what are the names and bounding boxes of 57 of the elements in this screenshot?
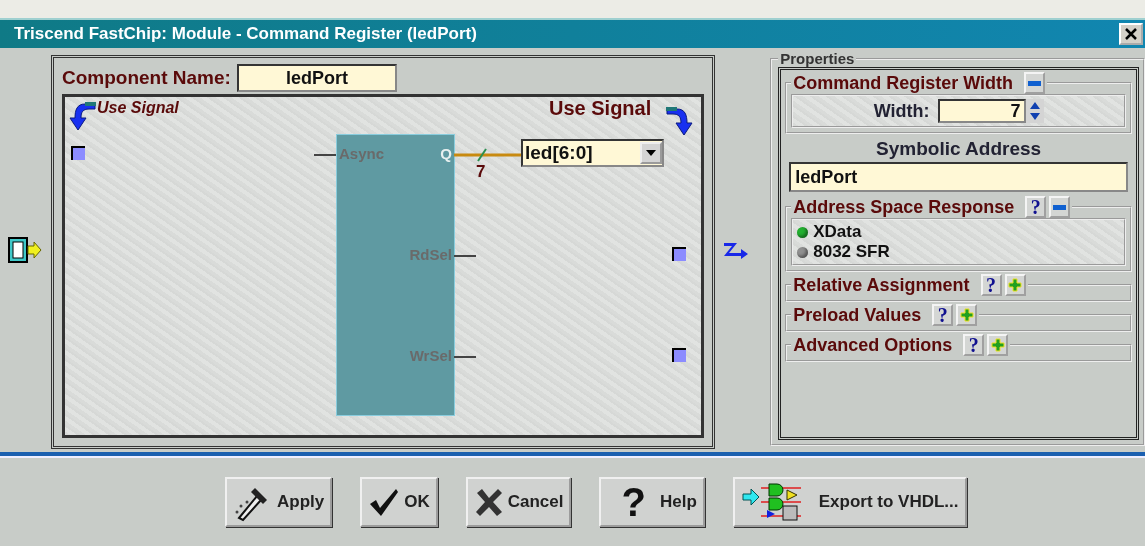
use-signal-label: Use Signal <box>97 99 179 117</box>
plus-icon <box>959 308 974 322</box>
window-title: Triscend FastChip: Module - Command Register (ledPort) <box>14 24 477 44</box>
pin-label: WrSel <box>409 347 452 364</box>
component-name-field[interactable]: ledPort <box>236 64 397 92</box>
curved-arrow-icon <box>69 100 99 132</box>
field-label: Symbolic Address <box>875 138 1043 160</box>
help-button[interactable]: ? <box>1025 196 1047 218</box>
port-toggle[interactable] <box>672 348 686 362</box>
chip-icon[interactable] <box>8 237 43 263</box>
pin-label: RdSel <box>409 246 452 263</box>
curved-arrow-icon <box>663 105 693 137</box>
close-button[interactable] <box>1119 23 1143 45</box>
close-icon <box>1125 28 1137 40</box>
export-button[interactable]: Export to VHDL... <box>732 477 967 527</box>
port-toggle[interactable] <box>672 247 686 261</box>
help-button[interactable]: ? <box>932 304 954 326</box>
minus-icon <box>1028 80 1042 86</box>
pin-line <box>454 356 476 358</box>
collapse-button[interactable] <box>1024 72 1046 94</box>
section-title: Command Register Width <box>793 72 1014 94</box>
radio-option[interactable]: XData <box>797 222 862 242</box>
help-button[interactable]: ? <box>963 334 985 356</box>
section-title: Advanced Options <box>793 334 953 356</box>
bus-width-label: 7 <box>476 162 486 182</box>
pin-line <box>454 255 476 257</box>
help-button[interactable]: ? <box>980 274 1002 296</box>
section-title: Preload Values <box>793 304 922 326</box>
expand-button[interactable] <box>956 304 978 326</box>
pin-label: Q <box>440 145 452 162</box>
pin-label: Async <box>339 145 384 162</box>
apply-button[interactable]: Apply <box>225 477 333 527</box>
section-title: Relative Assignment <box>793 274 970 296</box>
ok-button[interactable]: OK <box>360 477 438 527</box>
bus-line <box>454 148 522 162</box>
signal-dropdown[interactable]: led[6:0] <box>521 139 664 167</box>
port-toggle[interactable] <box>71 146 85 160</box>
help-button[interactable]: ? Help <box>599 477 705 527</box>
minus-icon <box>1053 204 1067 210</box>
panel-title: Properties <box>779 50 856 67</box>
use-signal-label: Use Signal <box>549 97 652 120</box>
expand-button[interactable] <box>1004 274 1026 296</box>
cancel-button[interactable]: Cancel <box>465 477 572 527</box>
question-icon: ? <box>621 479 646 525</box>
width-label: Width: <box>873 100 930 122</box>
radio-option[interactable]: 8032 SFR <box>797 242 890 262</box>
section-title: Address Space Response <box>793 196 1015 218</box>
pin-line <box>314 154 336 156</box>
symbolic-address-field[interactable]: ledPort <box>789 162 1128 192</box>
expand-button[interactable] <box>987 334 1009 356</box>
arrow-icon <box>723 241 750 259</box>
width-input[interactable]: 7 <box>937 99 1026 123</box>
plus-icon <box>1008 278 1023 292</box>
plus-icon <box>990 338 1005 352</box>
collapse-button[interactable] <box>1049 196 1071 218</box>
field-label: Component Name: <box>62 67 231 89</box>
x-icon <box>473 487 504 517</box>
